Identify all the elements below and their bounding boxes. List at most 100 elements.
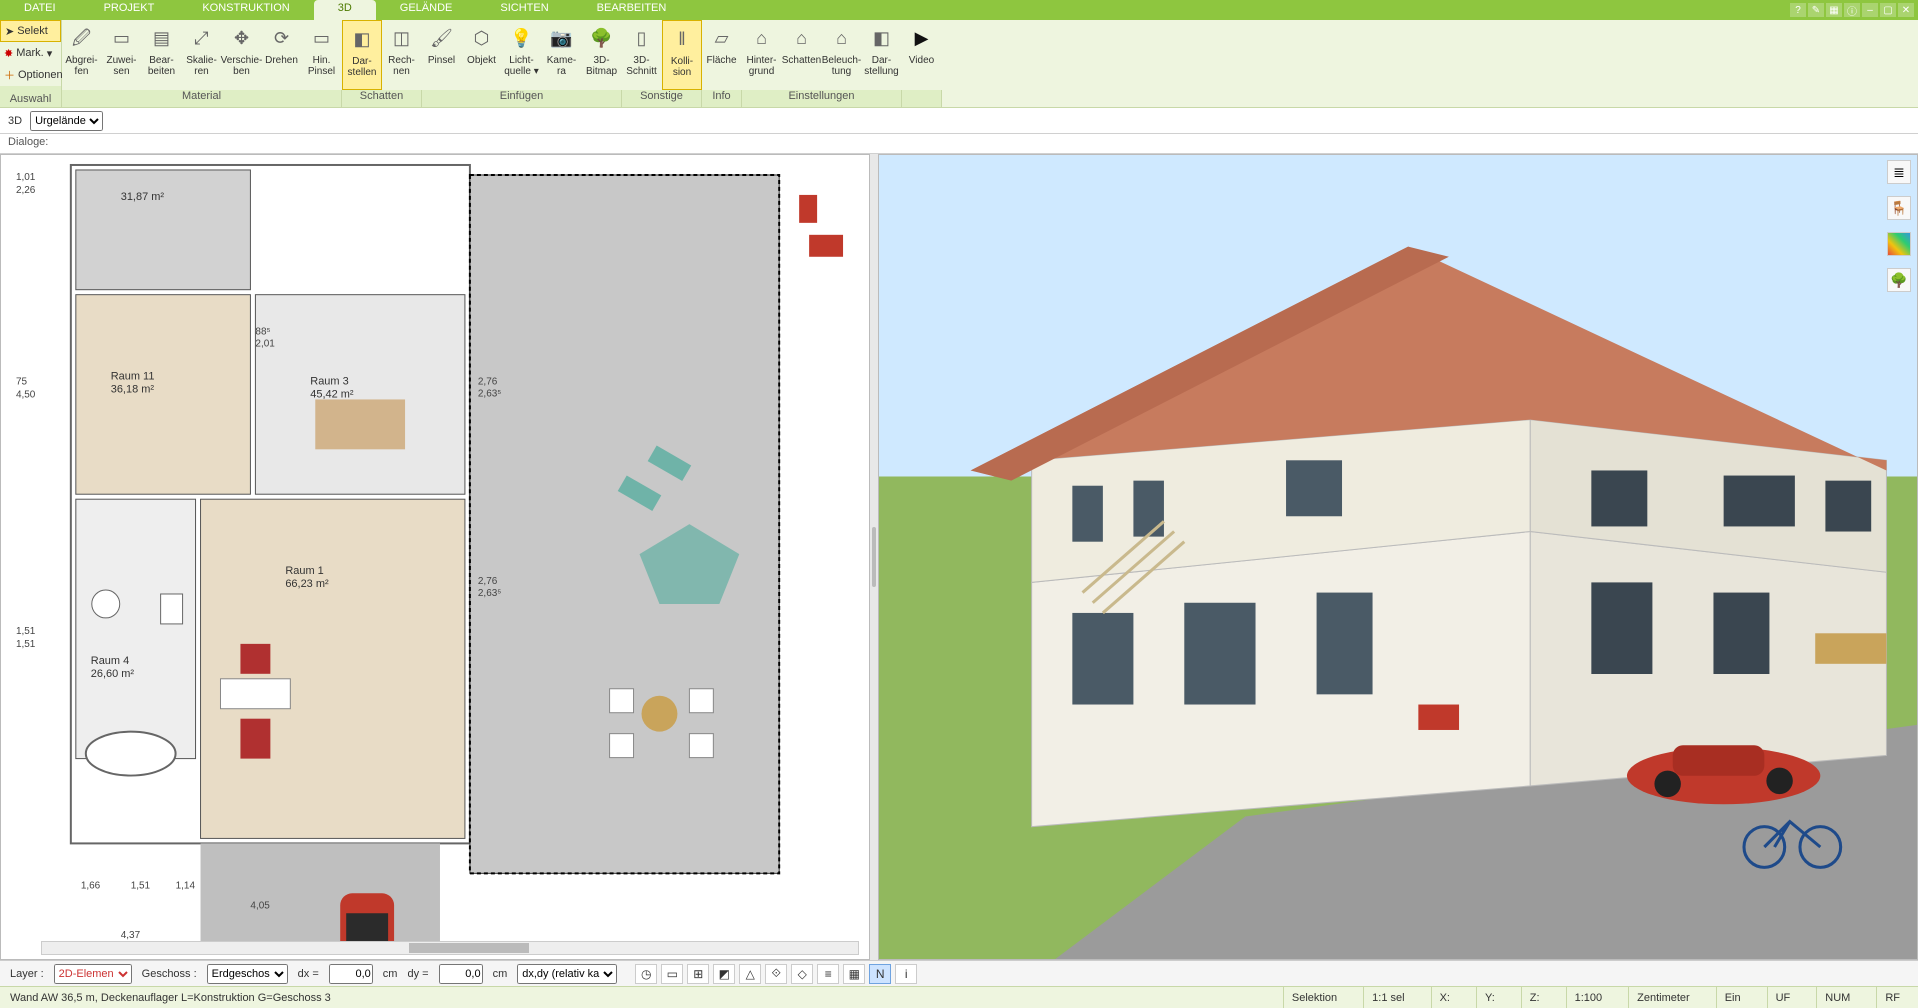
material-zuweisen-button[interactable]: ▭Zuwei- sen <box>102 20 142 90</box>
snap2-icon[interactable]: ◩ <box>713 964 735 984</box>
status-x: X: <box>1431 987 1458 1008</box>
floorplan-canvas[interactable]: 31,87 m² Raum 11 36,18 m² Raum 3 45,42 m… <box>1 155 869 953</box>
minimize-icon[interactable]: – <box>1862 3 1878 17</box>
darstellung-button[interactable]: ◧Dar- stellung <box>862 20 902 90</box>
mark-button[interactable]: ✸ Mark.▾ <box>0 42 61 64</box>
status-bar: Wand AW 36,5 m, Deckenauflager L=Konstru… <box>0 986 1918 1008</box>
3d-schnitt-button[interactable]: ▯3D- Schnitt <box>622 20 662 90</box>
ribbon-group-material: 🖉Abgrei- fen ▭Zuwei- sen ▤Bear- beiten ⤢… <box>62 20 342 107</box>
info-small-icon[interactable]: i <box>895 964 917 984</box>
material-bearbeiten-button[interactable]: ▤Bear- beiten <box>142 20 182 90</box>
settings-icon[interactable]: ✎ <box>1808 3 1824 17</box>
layer-label: Layer : <box>10 968 44 980</box>
plant-icon[interactable]: 🌳 <box>1887 268 1911 292</box>
area-icon: ▱ <box>708 24 736 52</box>
info-icon[interactable]: ⓘ <box>1844 3 1860 17</box>
tree-icon: 🌳 <box>588 24 616 52</box>
select-button[interactable]: ➤ Selekt <box>0 20 61 42</box>
layer-select[interactable]: 2D-Elemen <box>54 964 132 984</box>
layers-icon[interactable]: ≣ <box>1887 160 1911 184</box>
chair-icon[interactable]: 🪑 <box>1887 196 1911 220</box>
palette-icon[interactable]: ▦ <box>1826 3 1842 17</box>
tab-datei[interactable]: DATEI <box>0 0 80 20</box>
dy-unit: cm <box>493 968 508 980</box>
kamera-button[interactable]: 📷Kame- ra <box>542 20 582 90</box>
object-icon: ⬡ <box>468 24 496 52</box>
collision-icon: ‖ <box>668 25 696 53</box>
close-icon[interactable]: ✕ <box>1898 3 1914 17</box>
options-button[interactable]: ＋ Optionen <box>0 64 61 86</box>
svg-text:1,51: 1,51 <box>16 626 36 637</box>
tab-gelaende[interactable]: GELÄNDE <box>376 0 477 20</box>
snap3-icon[interactable]: △ <box>739 964 761 984</box>
snap1-icon[interactable]: ⊞ <box>687 964 709 984</box>
ribbon-group-auswahl: ➤ Selekt ✸ Mark.▾ ＋ Optionen Auswahl <box>0 20 62 107</box>
tab-sichten[interactable]: SICHTEN <box>476 0 572 20</box>
edit-icon: ▤ <box>148 24 176 52</box>
tab-projekt[interactable]: PROJEKT <box>80 0 179 20</box>
snap6-icon[interactable]: ≡ <box>817 964 839 984</box>
schatten-darstellen-button[interactable]: ◧Dar- stellen <box>342 20 382 90</box>
status-rf: RF <box>1876 987 1908 1008</box>
dx-input[interactable] <box>329 964 373 984</box>
3d-view-pane[interactable] <box>878 154 1918 960</box>
group-label-sonstige: Sonstige <box>622 90 702 107</box>
ribbon-group-video: ▶Video <box>902 20 942 107</box>
view-layer-select[interactable]: Urgelände <box>30 111 103 131</box>
house-shadow-icon: ⌂ <box>788 24 816 52</box>
objekt-button[interactable]: ⬡Objekt <box>462 20 502 90</box>
3d-bitmap-button[interactable]: 🌳3D- Bitmap <box>582 20 622 90</box>
snap4-icon[interactable]: ⟐ <box>765 964 787 984</box>
dy-label: dy = <box>407 968 428 980</box>
kollision-button[interactable]: ‖Kolli- sion <box>662 20 702 90</box>
svg-text:26,60 m²: 26,60 m² <box>91 668 135 680</box>
material-abgreifen-button[interactable]: 🖉Abgrei- fen <box>62 20 102 90</box>
svg-text:75: 75 <box>16 376 28 387</box>
clock-icon[interactable]: ◷ <box>635 964 657 984</box>
snap5-icon[interactable]: ◇ <box>791 964 813 984</box>
tab-bearbeiten[interactable]: BEARBEITEN <box>573 0 691 20</box>
lightbulb-icon: 💡 <box>508 24 536 52</box>
paintbrush-icon: 🖌 <box>428 24 456 52</box>
title-icons: ? ✎ ▦ ⓘ – ▢ ✕ <box>1790 0 1918 20</box>
pane-splitter[interactable] <box>870 154 878 960</box>
grid-icon[interactable]: ▦ <box>843 964 865 984</box>
work-area: 31,87 m² Raum 11 36,18 m² Raum 3 45,42 m… <box>0 154 1918 960</box>
coord-mode-select[interactable]: dx,dy (relativ ka <box>517 964 617 984</box>
svg-text:31,87 m²: 31,87 m² <box>121 191 165 203</box>
screen-icon[interactable]: ▭ <box>661 964 683 984</box>
tab-3d[interactable]: 3D <box>314 0 376 20</box>
dialoge-bar: Dialoge: <box>0 134 1918 154</box>
north-icon[interactable]: N <box>869 964 891 984</box>
schatten-rechnen-button[interactable]: ◫Rech- nen <box>382 20 422 90</box>
svg-text:4,37: 4,37 <box>121 930 141 941</box>
svg-text:2,76: 2,76 <box>478 576 498 587</box>
status-unit: Zentimeter <box>1628 987 1698 1008</box>
lichtquelle-button[interactable]: 💡Licht- quelle ▾ <box>502 20 542 90</box>
help-icon[interactable]: ? <box>1790 3 1806 17</box>
material-skalieren-button[interactable]: ⤢Skalie- ren <box>182 20 222 90</box>
plan-hscrollbar[interactable] <box>41 941 859 955</box>
cube-icon: ◫ <box>388 24 416 52</box>
status-num: NUM <box>1816 987 1858 1008</box>
svg-text:2,26: 2,26 <box>16 185 36 196</box>
material-verschieben-button[interactable]: ✥Verschie- ben <box>222 20 262 90</box>
plus-icon: ＋ <box>4 67 15 83</box>
video-button[interactable]: ▶Video <box>902 20 942 90</box>
tab-konstruktion[interactable]: KONSTRUKTION <box>178 0 313 20</box>
colors-icon[interactable] <box>1887 232 1911 256</box>
pinsel-button[interactable]: 🖌Pinsel <box>422 20 462 90</box>
schatten-settings-button[interactable]: ⌂Schatten <box>782 20 822 90</box>
material-drehen-button[interactable]: ⟳Drehen <box>262 20 302 90</box>
beleuchtung-button[interactable]: ⌂Beleuch- tung <box>822 20 862 90</box>
flaeche-button[interactable]: ▱Fläche <box>702 20 742 90</box>
dy-input[interactable] <box>439 964 483 984</box>
hintergrund-button[interactable]: ⌂Hinter- grund <box>742 20 782 90</box>
maximize-icon[interactable]: ▢ <box>1880 3 1896 17</box>
material-hin-pinsel-button[interactable]: ▭Hin. Pinsel <box>302 20 342 90</box>
geschoss-select[interactable]: Erdgeschos <box>207 964 288 984</box>
3d-canvas[interactable] <box>879 155 1917 959</box>
house-bg-icon: ⌂ <box>748 24 776 52</box>
2d-plan-pane[interactable]: 31,87 m² Raum 11 36,18 m² Raum 3 45,42 m… <box>0 154 870 960</box>
ribbon-group-schatten: ◧Dar- stellen ◫Rech- nen Schatten <box>342 20 422 107</box>
